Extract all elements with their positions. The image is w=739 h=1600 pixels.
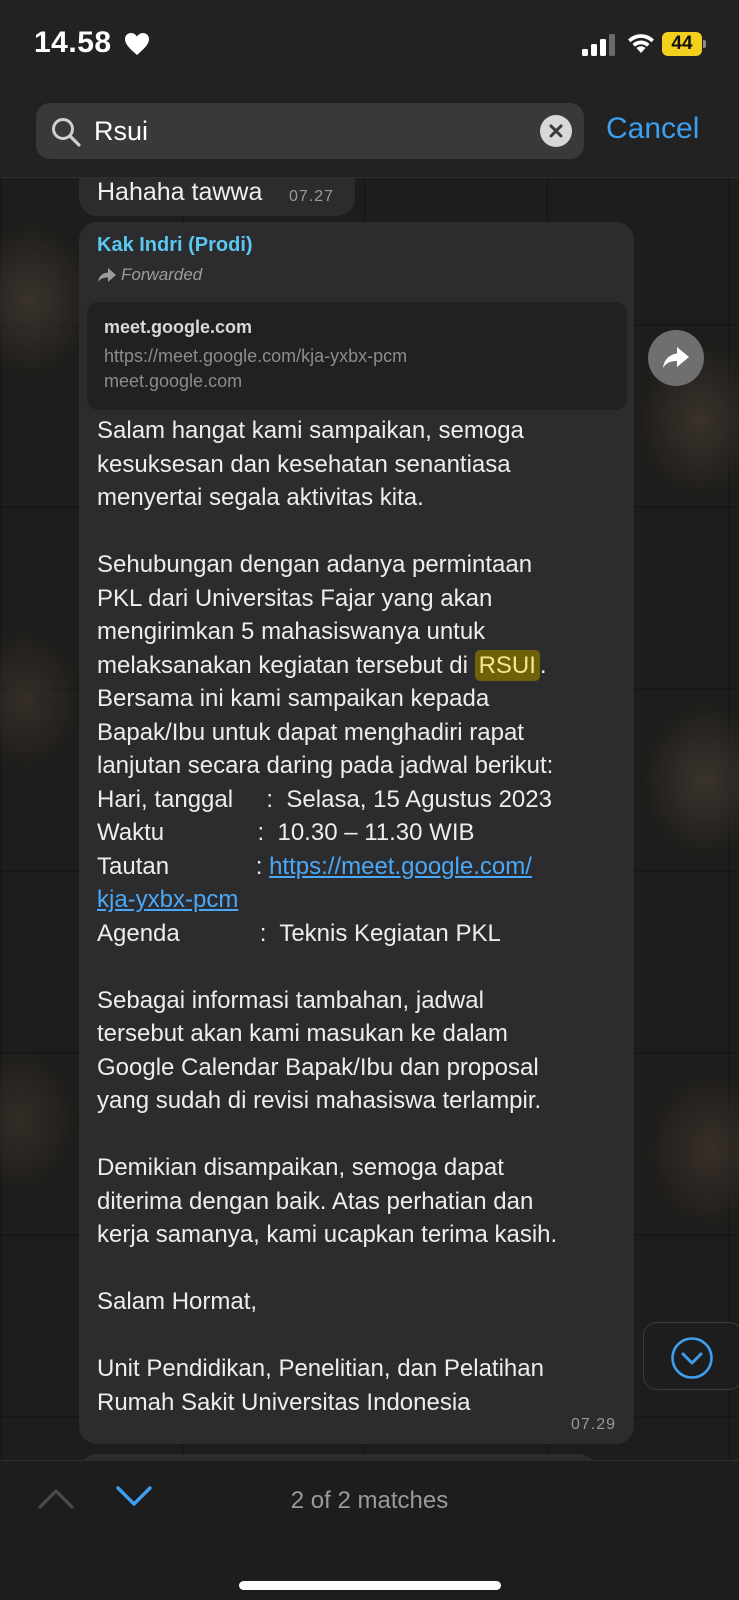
message-line: Salam hangat kami sampaikan, semoga [97, 417, 524, 444]
message-line: diterima dengan baik. Atas perhatian dan [97, 1187, 534, 1215]
battery-indicator: 44 [662, 32, 706, 56]
clear-icon [549, 124, 563, 138]
message-line: kerja samanya, kami ucapkan terima kasih… [97, 1221, 558, 1248]
cancel-button[interactable]: Cancel [606, 112, 699, 146]
message-line: Google Calendar Bapak/Ibu dan proposal [97, 1053, 539, 1081]
message-line: Hari, tanggal : Selasa, 15 Agustus 2023 [97, 785, 552, 813]
link-preview-title: meet.google.com [104, 317, 253, 337]
clear-search-button[interactable] [540, 115, 572, 147]
message-line: Salam Hormat, [97, 1288, 258, 1315]
previous-message-bubble[interactable]: Hahaha tawwa 07.27 [79, 178, 355, 216]
forward-icon [98, 268, 116, 282]
chat-area[interactable]: Hahaha tawwa 07.27 Kak Indri (Prodi) For… [0, 178, 739, 1460]
signal-icon [582, 34, 615, 56]
search-navigation-bar: 2 of 2 matches [0, 1460, 739, 1600]
link-preview-url: https://meet.google.com/kja-yxbx-pcm [104, 346, 408, 366]
search-icon [52, 118, 81, 147]
message-line: Demikian disampaikan, semoga dapat [97, 1154, 504, 1181]
forwarded-label: Forwarded [97, 265, 202, 285]
match-count: 2 of 2 matches [290, 1487, 449, 1514]
heart-icon [125, 33, 149, 55]
message-line: Bapak/Ibu untuk dapat menghadiri rapat [97, 718, 524, 746]
message-body: Salam hangat kami sampaikan, semoga kesu… [97, 414, 627, 1419]
message-line: Tautan : [97, 852, 270, 880]
message-line: Rumah Sakit Universitas Indonesia [97, 1388, 471, 1416]
search-query[interactable]: Rsui [94, 103, 148, 159]
message-line: Sehubungan dengan adanya permintaan [97, 551, 533, 578]
message-line: . [539, 651, 547, 679]
meeting-link[interactable]: https://meet.google.com/ [269, 853, 532, 880]
previous-message-text: Hahaha tawwa [97, 178, 263, 206]
message-time: 07.29 [570, 1416, 616, 1433]
message-line: tersebut akan kami masukan ke dalam [97, 1020, 508, 1047]
message-line: Bersama ini kami sampaikan kepada [97, 685, 490, 712]
scroll-to-bottom-button[interactable] [643, 1322, 739, 1390]
battery-level: 44 [671, 33, 693, 54]
share-icon [663, 347, 689, 368]
search-input[interactable]: Rsui [36, 103, 584, 159]
message-line: Sebagai informasi tambahan, jadwal [97, 986, 484, 1014]
status-bar: 14.58 44 [0, 0, 739, 88]
search-header: Rsui Cancel [0, 88, 739, 178]
message-line: Unit Pendidikan, Penelitian, dan Pelatih… [97, 1355, 544, 1382]
search-match-highlight: RSUI [474, 649, 540, 681]
message-line: mengirimkan 5 mahasiswanya untuk [97, 618, 486, 645]
link-preview[interactable]: meet.google.com https://meet.google.com/… [87, 302, 627, 410]
sender-name[interactable]: Kak Indri (Prodi) [97, 234, 253, 257]
chevron-down-circle-icon [671, 1337, 713, 1379]
home-indicator[interactable] [239, 1581, 501, 1590]
message-line: melaksanakan kegiatan tersebut di [97, 651, 475, 679]
link-preview-domain: meet.google.com [104, 371, 243, 391]
wifi-icon [628, 34, 654, 53]
message-bubble[interactable]: Kak Indri (Prodi) Forwarded meet.google.… [79, 222, 634, 1444]
message-line: kesuksesan dan kesehatan senantiasa [97, 450, 511, 478]
message-line: PKL dari Universitas Fajar yang akan [97, 584, 493, 612]
message-line: Waktu : 10.30 – 11.30 WIB [97, 819, 475, 846]
status-time: 14.58 [34, 26, 112, 59]
message-line: yang sudah di revisi mahasiswa terlampir… [97, 1087, 542, 1114]
forward-message-button[interactable] [648, 330, 704, 386]
message-line: Agenda : Teknis Kegiatan PKL [97, 919, 501, 947]
message-line: lanjutan secara daring pada jadwal berik… [97, 752, 554, 779]
meeting-link-continued[interactable]: kja-yxbx-pcm [97, 886, 238, 913]
message-line: menyertai segala aktivitas kita. [97, 484, 424, 511]
previous-message-time: 07.27 [289, 188, 335, 205]
